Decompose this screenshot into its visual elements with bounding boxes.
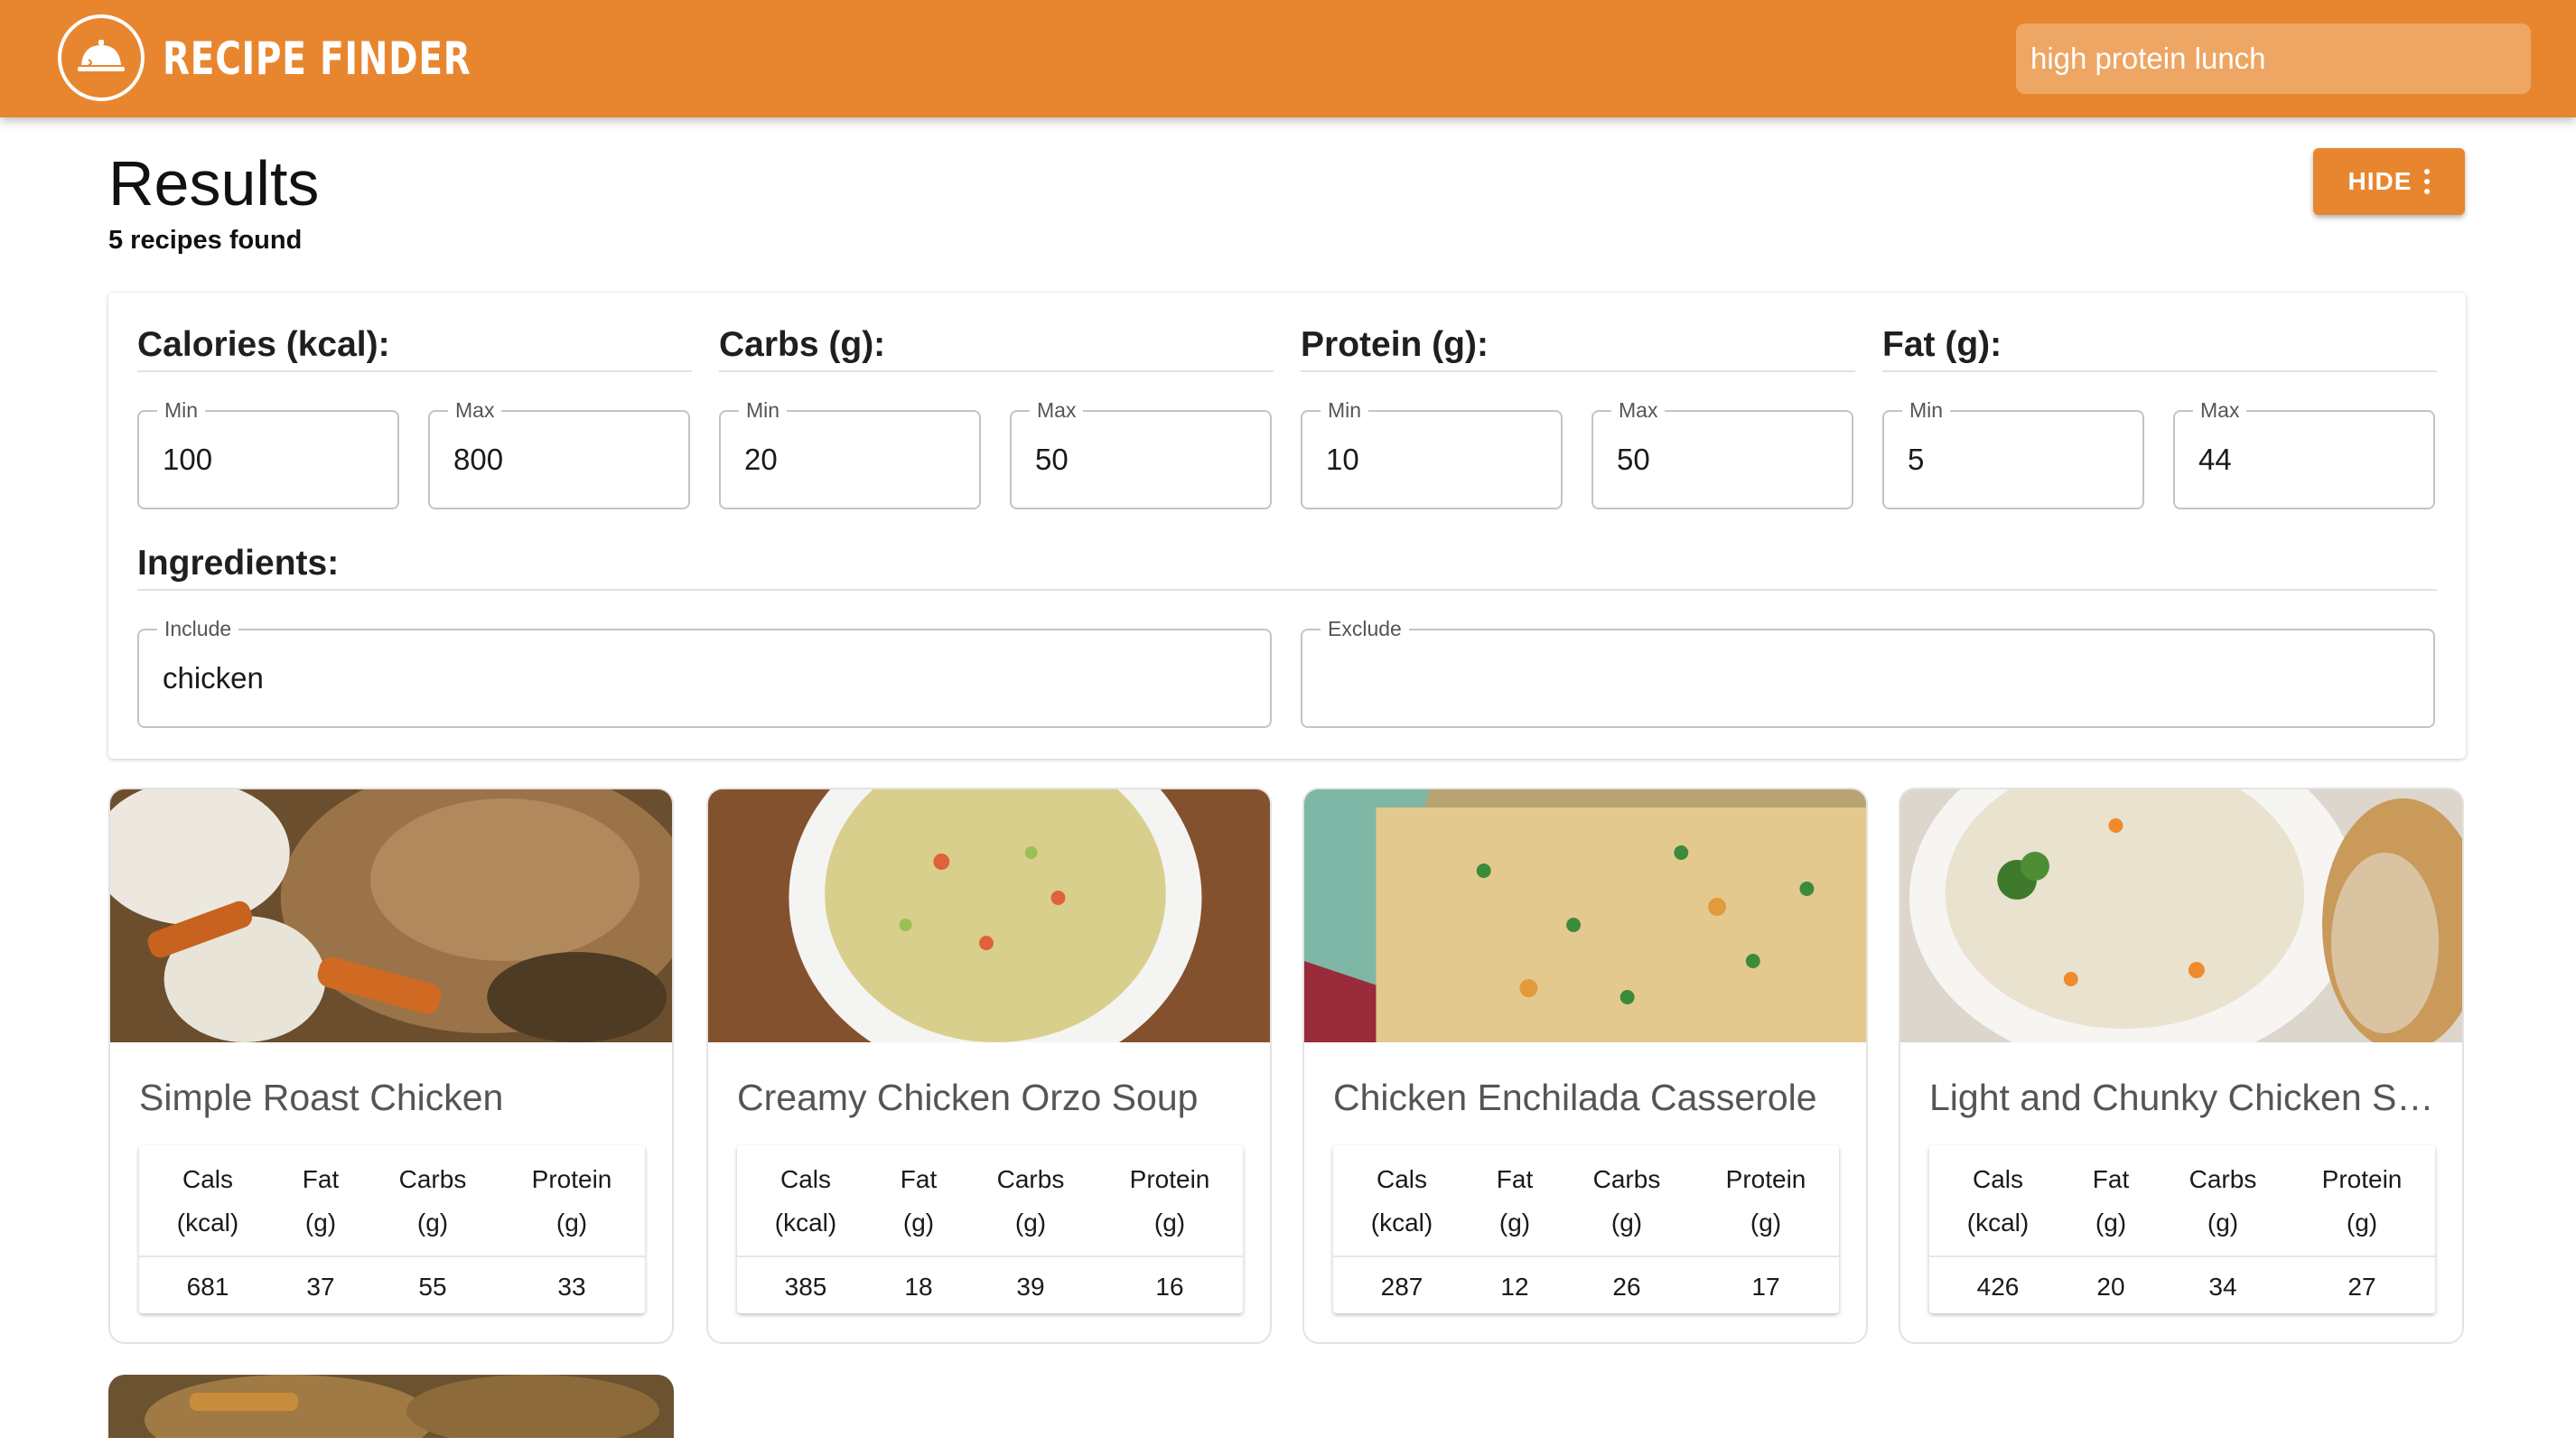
field-label: Min — [739, 397, 788, 423]
table-divider — [1929, 1255, 2435, 1257]
value-fat: 20 — [2096, 1273, 2125, 1301]
field-value: 100 — [163, 443, 213, 476]
header-protein: Protein (g) — [2321, 1165, 2403, 1237]
header-fat: Fat (g) — [2092, 1165, 2130, 1237]
nutrition-table: Cals (kcal) Fat (g) Carbs (g) Protein (g) 28… — [1333, 1145, 1839, 1313]
header-fat: Fat (g) — [1496, 1165, 1534, 1237]
header-cals: Cals (kcal) — [176, 1165, 239, 1237]
field-value: 20 — [744, 443, 778, 476]
header-cals: Cals (kcal) — [1370, 1165, 1433, 1237]
fat-min-field[interactable]: Min 5 — [1882, 397, 2144, 509]
calories-max-field[interactable]: Max 800 — [428, 397, 690, 509]
recipe-image[interactable] — [110, 789, 672, 1042]
recipe-title[interactable]: Light and Chunky Chicken So... — [1929, 1077, 2435, 1119]
field-label: Max — [1030, 397, 1084, 423]
search-input[interactable] — [2016, 23, 2531, 94]
field-label: Max — [1611, 397, 1666, 423]
value-cals: 681 — [186, 1273, 229, 1301]
recipe-card[interactable]: Simple Roast Chicken Cals (kcal) Fat (g) C… — [108, 788, 674, 1344]
field-label: Min — [1321, 397, 1369, 423]
recipe-card[interactable] — [108, 1375, 674, 1456]
field-label: Max — [2193, 397, 2247, 423]
header-protein: Protein (g) — [1129, 1165, 1210, 1237]
field-value: 44 — [2198, 443, 2232, 476]
recipe-title[interactable]: Chicken Enchilada Casserole — [1333, 1077, 1839, 1119]
recipe-image[interactable] — [708, 789, 1270, 1042]
value-cals: 385 — [784, 1273, 827, 1301]
header-carbs: Carbs (g) — [2189, 1165, 2257, 1237]
protein-label: Protein (g): — [1301, 325, 1855, 372]
header-protein: Protein (g) — [1725, 1165, 1806, 1237]
recipe-image[interactable] — [1900, 789, 2462, 1042]
value-cals: 426 — [1976, 1273, 2020, 1301]
recipe-title[interactable]: Creamy Chicken Orzo Soup — [737, 1077, 1243, 1119]
field-value: 50 — [1035, 443, 1069, 476]
value-protein: 16 — [1155, 1273, 1184, 1301]
value-fat: 12 — [1500, 1273, 1529, 1301]
value-carbs: 55 — [418, 1273, 447, 1301]
cloche-icon[interactable] — [58, 14, 145, 101]
recipe-card[interactable]: Light and Chunky Chicken So... Cals (kcal… — [1899, 788, 2464, 1344]
value-carbs: 34 — [2208, 1273, 2237, 1301]
table-divider — [737, 1255, 1243, 1257]
brand-title[interactable]: RECIPE FINDER — [163, 27, 471, 90]
field-label: Exclude — [1321, 616, 1409, 641]
field-label: Min — [157, 397, 206, 423]
field-value: 5 — [1908, 443, 1925, 476]
value-fat: 37 — [306, 1273, 335, 1301]
table-divider — [1333, 1255, 1839, 1257]
field-value: chicken — [163, 661, 264, 695]
protein-min-field[interactable]: Min 10 — [1301, 397, 1563, 509]
hide-filters-button[interactable]: HIDE — [2313, 148, 2465, 215]
ingredients-label: Ingredients: — [137, 544, 2437, 591]
nutrition-table: Cals (kcal) Fat (g) Carbs (g) Protein (g) 68… — [139, 1145, 645, 1313]
carbs-label: Carbs (g): — [719, 325, 1274, 372]
header-cals: Cals (kcal) — [1966, 1165, 2030, 1237]
carbs-max-field[interactable]: Max 50 — [1010, 397, 1272, 509]
header-carbs: Carbs (g) — [1592, 1165, 1661, 1237]
header-fat: Fat (g) — [302, 1165, 340, 1237]
nutrition-table: Cals (kcal) Fat (g) Carbs (g) Protein (g) 42… — [1929, 1145, 2435, 1313]
field-value: 800 — [453, 443, 504, 476]
fat-label: Fat (g): — [1882, 325, 2437, 372]
fat-max-field[interactable]: Max 44 — [2173, 397, 2435, 509]
recipe-image[interactable] — [108, 1375, 674, 1456]
include-ingredients-field[interactable]: Include chicken — [137, 616, 1272, 728]
hide-button-label: HIDE — [2347, 167, 2413, 195]
header-cals: Cals (kcal) — [774, 1165, 837, 1237]
results-count: 5 recipes found — [108, 226, 303, 255]
field-label: Max — [448, 397, 502, 423]
recipe-image[interactable] — [1304, 789, 1866, 1042]
value-carbs: 39 — [1016, 1273, 1045, 1301]
page-title: Results — [108, 148, 320, 219]
calories-min-field[interactable]: Min 100 — [137, 397, 399, 509]
recipe-card[interactable]: Creamy Chicken Orzo Soup Cals (kcal) Fat(… — [706, 788, 1272, 1344]
field-label: Include — [157, 616, 239, 641]
header-protein: Protein (g) — [531, 1165, 612, 1237]
calories-label: Calories (kcal): — [137, 325, 692, 372]
header-carbs: Carbs (g) — [996, 1165, 1065, 1237]
value-cals: 287 — [1380, 1273, 1423, 1301]
nutrition-table: Cals (kcal) Fat (g) Carbs (g) Protein (g) 38… — [737, 1145, 1243, 1313]
recipe-card[interactable]: Chicken Enchilada Casserole Cals (kcal) F… — [1302, 788, 1868, 1344]
field-value: 10 — [1326, 443, 1359, 476]
field-label: Min — [1902, 397, 1951, 423]
value-fat: 18 — [904, 1273, 933, 1301]
header-carbs: Carbs (g) — [398, 1165, 467, 1237]
table-divider — [139, 1255, 645, 1257]
more-vert-icon — [2424, 169, 2431, 194]
value-protein: 27 — [2347, 1273, 2376, 1301]
value-protein: 17 — [1751, 1273, 1780, 1301]
value-protein: 33 — [557, 1273, 586, 1301]
app-bar: RECIPE FINDER — [0, 0, 2576, 117]
field-value: 50 — [1617, 443, 1650, 476]
protein-max-field[interactable]: Max 50 — [1591, 397, 1853, 509]
header-fat: Fat (g) — [900, 1165, 938, 1237]
recipe-title[interactable]: Simple Roast Chicken — [139, 1077, 645, 1119]
carbs-min-field[interactable]: Min 20 — [719, 397, 981, 509]
filters-panel: Calories (kcal): Min 100 Max 800 Carbs (… — [108, 293, 2466, 759]
value-carbs: 26 — [1612, 1273, 1641, 1301]
exclude-ingredients-field[interactable]: Exclude — [1301, 616, 2435, 728]
